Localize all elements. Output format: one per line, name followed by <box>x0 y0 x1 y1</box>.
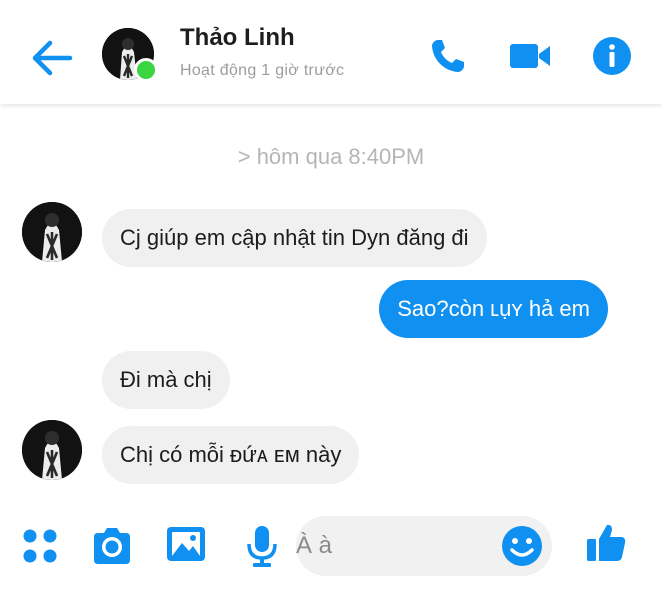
message-bubble-incoming[interactable]: Chị có mỗi ᴆứᴀ ᴇᴍ này <box>102 426 360 484</box>
phone-icon[interactable] <box>426 34 470 78</box>
avatar-photo-icon <box>22 202 82 262</box>
message-timestamp: > hôm qua 8:40PM <box>237 144 425 169</box>
image-icon[interactable] <box>164 522 208 566</box>
message-list[interactable]: > hôm qua 8:40PM Cj giúp em cập nhật tin… <box>0 104 662 496</box>
back-arrow-icon[interactable] <box>26 33 76 83</box>
message-bubble-incoming[interactable]: Cj giúp em cập nhật tin Dyn đăng đi <box>102 209 487 267</box>
active-status-text: Hoạt động 1 giờ trước <box>180 62 345 79</box>
menu-dots-icon[interactable] <box>18 524 62 568</box>
emoji-icon[interactable] <box>500 524 544 568</box>
sender-avatar[interactable] <box>22 202 82 262</box>
microphone-icon[interactable] <box>240 524 284 568</box>
thumbs-up-icon[interactable] <box>584 520 628 564</box>
message-composer: À à <box>0 496 662 600</box>
message-bubble-outgoing[interactable]: Sao?còn ʟụʏ hả em <box>379 280 608 338</box>
info-icon[interactable] <box>590 34 634 78</box>
camera-icon[interactable] <box>90 524 134 568</box>
conversation-header: Thảo Linh Hoạt động 1 giờ trước <box>0 0 662 104</box>
sender-avatar[interactable] <box>22 420 82 480</box>
contact-name[interactable]: Thảo Linh <box>180 24 295 52</box>
message-input[interactable]: À à <box>296 516 552 576</box>
avatar-photo-icon <box>22 420 82 480</box>
online-status-indicator <box>134 58 158 82</box>
message-bubble-incoming[interactable]: Đi mà chị <box>102 351 230 409</box>
message-input-placeholder: À à <box>296 532 333 559</box>
video-camera-icon[interactable] <box>508 34 552 78</box>
